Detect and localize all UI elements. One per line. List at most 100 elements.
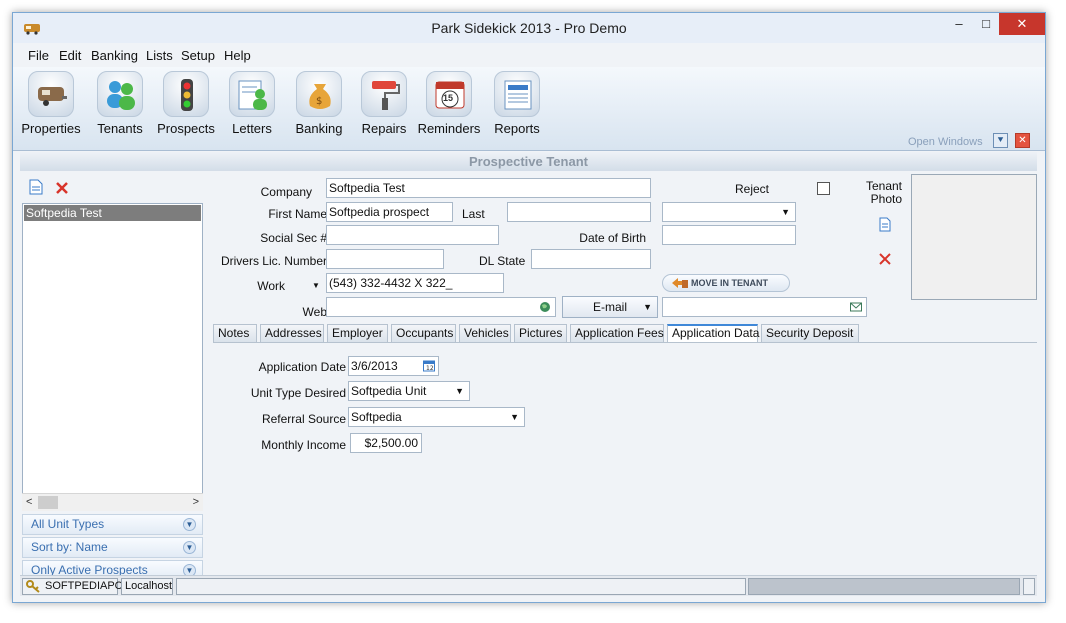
toolbar-label: Prospects xyxy=(157,121,215,136)
tab-application-data[interactable]: Application Data xyxy=(667,324,759,343)
menu-banking[interactable]: Banking xyxy=(91,48,138,63)
calendar-icon[interactable]: 12 xyxy=(423,360,435,372)
close-window-icon[interactable]: ✕ xyxy=(1015,133,1030,148)
open-windows-chevron-icon[interactable]: ⯆ xyxy=(993,133,1008,148)
tab-vehicles[interactable]: Vehicles xyxy=(459,324,511,343)
move-in-icon xyxy=(672,278,688,288)
chevron-down-icon[interactable]: ▼ xyxy=(455,382,464,400)
web-input[interactable] xyxy=(326,297,556,317)
drivers-license-label: Drivers Lic. Number xyxy=(220,254,327,268)
last-name-input[interactable] xyxy=(507,202,651,222)
tab-occupants[interactable]: Occupants xyxy=(391,324,456,343)
ssn-label: Social Sec # xyxy=(260,231,327,245)
menu-setup[interactable]: Setup xyxy=(181,48,215,63)
status-bar: SOFTPEDIAPC Localhost xyxy=(20,575,1037,596)
main-toolbar: Properties Tenants Prospects Letters $ B… xyxy=(13,67,1045,151)
chevron-down-icon[interactable]: ▼ xyxy=(781,203,790,221)
first-name-input[interactable]: Softpedia prospect xyxy=(326,202,453,222)
menu-help[interactable]: Help xyxy=(224,48,251,63)
chevron-down-icon[interactable]: ▼ xyxy=(183,541,196,554)
suffix-dropdown[interactable]: ▼ xyxy=(662,202,796,222)
new-document-icon[interactable] xyxy=(29,179,43,195)
referral-source-value: Softpedia xyxy=(351,410,402,424)
application-data-panel: Application Date 3/6/2013 12 Unit Type D… xyxy=(213,342,1037,571)
list-item[interactable]: Softpedia Test xyxy=(24,205,201,221)
maximize-button[interactable]: □ xyxy=(973,13,999,35)
letter-person-icon xyxy=(229,71,275,117)
application-date-label: Application Date xyxy=(258,360,346,374)
monthly-income-input[interactable]: $2,500.00 xyxy=(350,433,422,453)
toolbar-banking[interactable]: $ Banking xyxy=(289,71,349,136)
toolbar-label: Reminders xyxy=(417,121,481,136)
drivers-license-input[interactable] xyxy=(326,249,444,269)
email-type-label: E-mail xyxy=(592,300,627,314)
filter-unit-types[interactable]: All Unit Types ▼ xyxy=(22,514,203,535)
reminder-badge: 15 xyxy=(443,93,454,103)
tenant-photo[interactable] xyxy=(911,174,1037,300)
globe-icon[interactable] xyxy=(539,301,551,313)
email-input[interactable] xyxy=(662,297,867,317)
add-photo-icon[interactable] xyxy=(879,217,891,232)
minimize-button[interactable]: – xyxy=(946,13,972,35)
toolbar-label: Reports xyxy=(494,121,540,136)
prospect-list: Softpedia Test xyxy=(22,203,203,511)
open-windows-label: Open Windows xyxy=(908,136,983,148)
tab-application-fees[interactable]: Application Fees xyxy=(570,324,664,343)
tenant-photo-label: Tenant Photo xyxy=(865,179,902,206)
toolbar-repairs[interactable]: Repairs xyxy=(356,71,412,136)
toolbar-label: Banking xyxy=(295,121,343,136)
dob-input[interactable] xyxy=(662,225,796,245)
filter-sort[interactable]: Sort by: Name ▼ xyxy=(22,537,203,558)
reject-checkbox[interactable] xyxy=(817,182,830,195)
toolbar-label: Repairs xyxy=(361,121,407,136)
move-in-tenant-button[interactable]: MOVE IN TENANT xyxy=(662,274,790,292)
chevron-down-icon[interactable]: ▼ xyxy=(643,297,652,317)
toolbar-properties[interactable]: Properties xyxy=(18,71,84,136)
unit-type-dropdown[interactable]: Softpedia Unit ▼ xyxy=(348,381,470,401)
horizontal-scrollbar[interactable]: < > xyxy=(22,493,203,511)
remove-photo-icon[interactable] xyxy=(879,253,891,265)
tab-security-deposit[interactable]: Security Deposit xyxy=(761,324,859,343)
toolbar-label: Properties xyxy=(21,121,81,136)
phone-input[interactable]: (543) 332-4432 X 322_ xyxy=(326,273,504,293)
window-title: Park Sidekick 2013 - Pro Demo xyxy=(431,20,627,36)
company-input[interactable]: Softpedia Test xyxy=(326,178,651,198)
resize-grip-icon[interactable] xyxy=(1023,578,1035,595)
chevron-down-icon[interactable]: ▼ xyxy=(312,281,320,290)
phone-type-label[interactable]: Work xyxy=(247,279,285,293)
envelope-icon[interactable] xyxy=(850,301,862,312)
toolbar-reports[interactable]: Reports xyxy=(489,71,545,136)
chevron-down-icon[interactable]: ▼ xyxy=(510,408,519,426)
server-status: Localhost xyxy=(121,578,173,595)
email-type-dropdown[interactable]: E-mail ▼ xyxy=(562,296,658,318)
computer-name: SOFTPEDIAPC xyxy=(45,580,123,592)
application-date-input[interactable]: 3/6/2013 12 xyxy=(348,356,439,376)
close-button[interactable]: ✕ xyxy=(999,13,1045,35)
referral-source-dropdown[interactable]: Softpedia ▼ xyxy=(348,407,525,427)
toolbar-letters[interactable]: Letters xyxy=(225,71,279,136)
company-label: Company xyxy=(260,185,312,199)
dob-label: Date of Birth xyxy=(579,231,646,245)
menu-edit[interactable]: Edit xyxy=(59,48,81,63)
chevron-down-icon[interactable]: ▼ xyxy=(183,518,196,531)
ssn-input[interactable] xyxy=(326,225,499,245)
tab-employer[interactable]: Employer xyxy=(327,324,388,343)
toolbar-reminders[interactable]: 15 Reminders xyxy=(417,71,481,136)
scroll-right-icon[interactable]: > xyxy=(193,496,199,508)
scroll-thumb[interactable] xyxy=(38,496,58,509)
tab-notes[interactable]: Notes xyxy=(213,324,257,343)
toolbar-tenants[interactable]: Tenants xyxy=(91,71,149,136)
tab-pictures[interactable]: Pictures xyxy=(514,324,567,343)
menu-file[interactable]: File xyxy=(28,48,49,63)
tab-addresses[interactable]: Addresses xyxy=(260,324,324,343)
prospect-form: Company Softpedia Test Reject Tenant Pho… xyxy=(209,171,1037,571)
menu-lists[interactable]: Lists xyxy=(146,48,173,63)
toolbar-prospects[interactable]: Prospects xyxy=(156,71,216,136)
delete-icon[interactable] xyxy=(55,181,69,195)
computer-status: SOFTPEDIAPC xyxy=(22,578,123,595)
first-name-label: First Name xyxy=(268,207,327,221)
web-label: Web xyxy=(302,305,327,319)
scroll-left-icon[interactable]: < xyxy=(26,496,32,508)
prospect-list-panel: Softpedia Test < > All Unit Types ▼ Sort… xyxy=(20,171,207,581)
dl-state-input[interactable] xyxy=(531,249,651,269)
